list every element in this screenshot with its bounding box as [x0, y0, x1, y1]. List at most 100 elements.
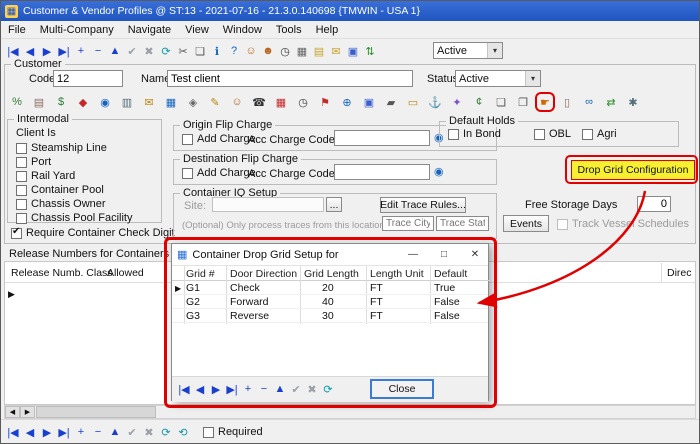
grid-col-length-unit[interactable]: Length Unit: [370, 268, 424, 280]
flag-icon[interactable]: ⚑: [317, 94, 333, 110]
prior-record-icon[interactable]: ◀: [22, 424, 38, 440]
funds-icon[interactable]: ¢: [471, 94, 487, 110]
first-record-icon[interactable]: |◀: [5, 424, 21, 440]
clipboard-icon[interactable]: ▯: [559, 94, 575, 110]
documents-icon[interactable]: ❏: [493, 94, 509, 110]
destination-acc-code-input[interactable]: [334, 164, 430, 180]
cut-icon[interactable]: ✂: [175, 43, 191, 59]
scroll-right-icon[interactable]: ▶: [20, 406, 35, 418]
checkbox-destination-add-charge[interactable]: Add Charge: [182, 167, 256, 179]
sync-icon[interactable]: ⇅: [362, 43, 378, 59]
checkbox-obl[interactable]: OBL: [534, 128, 571, 140]
search-icon[interactable]: ◉: [97, 94, 113, 110]
sync-icon[interactable]: ⟲: [175, 424, 191, 440]
checkbox-origin-add-charge[interactable]: Add Charge: [182, 133, 256, 145]
edit-record-icon[interactable]: ▲: [272, 381, 288, 397]
menu-window[interactable]: Window: [216, 21, 269, 39]
checkbox-port[interactable]: Port: [16, 156, 51, 168]
prior-record-icon[interactable]: ◀: [22, 43, 38, 59]
credit-icon[interactable]: ◆: [75, 94, 91, 110]
calculator-icon[interactable]: ▦: [294, 43, 310, 59]
site-input[interactable]: [212, 197, 324, 212]
phone-icon[interactable]: ☎: [251, 94, 267, 110]
horizontal-scrollbar[interactable]: ◀ ▶: [4, 405, 696, 419]
checkbox-required[interactable]: Required: [203, 426, 263, 438]
last-record-icon[interactable]: ▶|: [56, 43, 72, 59]
globe-icon[interactable]: ⊕: [339, 94, 355, 110]
grid-row[interactable]: ▶G1Check20FTTrue: [172, 281, 488, 295]
grid-col-grid-length[interactable]: Grid Length: [304, 268, 359, 280]
edit-trace-rules-button[interactable]: Edit Trace Rules...: [380, 197, 466, 213]
status-combo[interactable]: Active: [455, 70, 541, 87]
anchor-icon[interactable]: ⚓: [427, 94, 443, 110]
cancel-edit-icon[interactable]: ✖: [304, 381, 320, 397]
chart-icon[interactable]: ▦: [163, 94, 179, 110]
grid-col-grid-number[interactable]: Grid #: [186, 268, 215, 280]
checkbox-rail-yard[interactable]: Rail Yard: [16, 170, 75, 182]
users-icon[interactable]: ☻: [260, 43, 276, 59]
next-record-icon[interactable]: ▶: [39, 43, 55, 59]
delete-record-icon[interactable]: −: [90, 424, 106, 440]
checkbox-agri[interactable]: Agri: [582, 128, 617, 140]
dropdown-arrow-icon[interactable]: [487, 43, 502, 58]
post-edit-icon[interactable]: ✔: [124, 43, 140, 59]
drop-grid-config-icon[interactable]: ☛: [537, 94, 553, 110]
origin-acc-code-input[interactable]: [334, 130, 430, 146]
drop-grid-configuration-button[interactable]: Drop Grid Configuration: [571, 160, 695, 180]
code-input[interactable]: [53, 70, 123, 87]
scrollbar-thumb[interactable]: [36, 406, 156, 418]
refresh-icon[interactable]: ⟳: [158, 424, 174, 440]
cancel-edit-icon[interactable]: ✖: [141, 43, 157, 59]
print-icon[interactable]: ▥: [119, 94, 135, 110]
grid-row[interactable]: G3Reverse30FTFalse: [172, 309, 488, 323]
save-icon[interactable]: ▣: [345, 43, 361, 59]
grid-col-default[interactable]: Default: [434, 268, 467, 280]
grid-row[interactable]: G2Forward40FTFalse: [172, 295, 488, 309]
next-record-icon[interactable]: ▶: [39, 424, 55, 440]
dialog-close-button[interactable]: Close: [370, 379, 434, 399]
delete-record-icon[interactable]: −: [256, 381, 272, 397]
prior-record-icon[interactable]: ◀: [192, 381, 208, 397]
menu-help[interactable]: Help: [309, 21, 346, 39]
dropdown-arrow-icon[interactable]: [525, 71, 540, 86]
copy-profile-icon[interactable]: ❐: [515, 94, 531, 110]
edit-record-icon[interactable]: ▲: [107, 43, 123, 59]
dialog-maximize-icon[interactable]: □: [431, 245, 457, 265]
save-profile-icon[interactable]: ▣: [361, 94, 377, 110]
first-record-icon[interactable]: |◀: [5, 43, 21, 59]
insert-record-icon[interactable]: +: [73, 43, 89, 59]
dialog-close-icon[interactable]: ✕: [462, 245, 488, 265]
insert-record-icon[interactable]: +: [240, 381, 256, 397]
scroll-left-icon[interactable]: ◀: [5, 406, 20, 418]
last-record-icon[interactable]: ▶|: [224, 381, 240, 397]
billing-icon[interactable]: $: [53, 94, 69, 110]
checkbox-steamship-line[interactable]: Steamship Line: [16, 142, 107, 154]
calendar-icon[interactable]: ▦: [273, 94, 289, 110]
container-icon[interactable]: ▭: [405, 94, 421, 110]
copy-icon[interactable]: ❏: [192, 43, 208, 59]
checkbox-container-pool[interactable]: Container Pool: [16, 184, 104, 196]
folder-icon[interactable]: ▤: [311, 43, 327, 59]
next-record-icon[interactable]: ▶: [208, 381, 224, 397]
email-icon[interactable]: ✉: [141, 94, 157, 110]
menu-file[interactable]: File: [1, 21, 33, 39]
checkbox-track-vessel-schedules[interactable]: Track Vessel Schedules: [557, 218, 689, 230]
events-button[interactable]: Events: [503, 215, 549, 232]
settings-icon[interactable]: ✱: [625, 94, 641, 110]
post-edit-icon[interactable]: ✔: [124, 424, 140, 440]
cancel-edit-icon[interactable]: ✖: [141, 424, 157, 440]
tools-icon[interactable]: ✦: [449, 94, 465, 110]
dialog-minimize-icon[interactable]: —: [400, 245, 426, 265]
checkbox-chassis-owner[interactable]: Chassis Owner: [16, 198, 106, 210]
clock-icon[interactable]: ◷: [277, 43, 293, 59]
last-record-icon[interactable]: ▶|: [56, 424, 72, 440]
delete-record-icon[interactable]: −: [90, 43, 106, 59]
user-icon[interactable]: ☺: [243, 43, 259, 59]
post-edit-icon[interactable]: ✔: [288, 381, 304, 397]
lock-icon[interactable]: ◈: [185, 94, 201, 110]
free-storage-days-input[interactable]: [637, 196, 671, 212]
menu-tools[interactable]: Tools: [269, 21, 309, 39]
trace-city-input[interactable]: [382, 216, 434, 231]
site-browse-button[interactable]: ...: [326, 197, 342, 212]
menu-view[interactable]: View: [178, 21, 216, 39]
